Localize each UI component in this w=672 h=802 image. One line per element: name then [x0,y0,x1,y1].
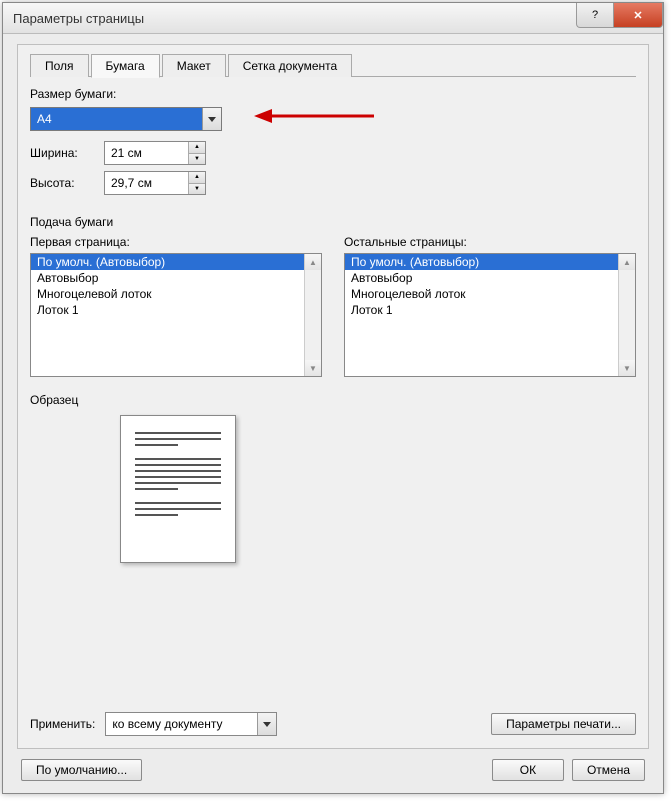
apply-to-combo[interactable]: ко всему документу [105,712,277,736]
spin-down-icon[interactable]: ▼ [189,154,205,165]
height-spinbox[interactable]: 29,7 см ▲▼ [104,171,206,195]
tab-fields[interactable]: Поля [30,54,89,77]
cancel-button[interactable]: Отмена [572,759,645,781]
preview-thumbnail [120,415,236,563]
tab-strip: Поля Бумага Макет Сетка документа [30,53,636,77]
apply-to-label: Применить: [30,717,95,731]
paper-feed-label: Подача бумаги [30,215,636,229]
height-value: 29,7 см [105,172,188,194]
list-item[interactable]: По умолч. (Автовыбор) [345,254,618,270]
list-item[interactable]: Многоцелевой лоток [31,286,304,302]
defaults-button[interactable]: По умолчанию... [21,759,142,781]
window-title: Параметры страницы [13,11,144,26]
spin-up-icon[interactable]: ▲ [189,172,205,184]
list-item[interactable]: Автовыбор [345,270,618,286]
other-pages-label: Остальные страницы: [344,235,636,249]
scrollbar[interactable]: ▲▼ [304,254,321,376]
width-label: Ширина: [30,146,104,160]
list-item[interactable]: Многоцелевой лоток [345,286,618,302]
scrollbar[interactable]: ▲▼ [618,254,635,376]
close-button[interactable]: ✕ [613,3,663,28]
chevron-down-icon[interactable] [257,713,276,735]
tab-paper[interactable]: Бумага [91,54,160,78]
first-page-list[interactable]: По умолч. (Автовыбор) Автовыбор Многоцел… [30,253,322,377]
list-item[interactable]: Лоток 1 [345,302,618,318]
spin-up-icon[interactable]: ▲ [189,142,205,154]
list-item[interactable]: Лоток 1 [31,302,304,318]
height-label: Высота: [30,176,104,190]
paper-size-combo[interactable]: A4 [30,107,222,131]
width-value: 21 см [105,142,188,164]
first-page-label: Первая страница: [30,235,322,249]
other-pages-list[interactable]: По умолч. (Автовыбор) Автовыбор Многоцел… [344,253,636,377]
print-options-button[interactable]: Параметры печати... [491,713,636,735]
list-item[interactable]: Автовыбор [31,270,304,286]
preview-label: Образец [30,393,636,407]
ok-button[interactable]: ОК [492,759,564,781]
tab-layout[interactable]: Макет [162,54,226,77]
page-setup-dialog: Параметры страницы ? ✕ Поля Бумага Макет… [2,2,664,794]
apply-to-value: ко всему документу [106,713,257,735]
paper-size-label: Размер бумаги: [30,87,636,101]
list-item[interactable]: По умолч. (Автовыбор) [31,254,304,270]
titlebar: Параметры страницы ? ✕ [3,3,663,34]
chevron-down-icon[interactable] [202,108,221,130]
paper-size-value: A4 [31,108,202,130]
tab-grid[interactable]: Сетка документа [228,54,352,77]
help-button[interactable]: ? [576,3,614,28]
spin-down-icon[interactable]: ▼ [189,184,205,195]
width-spinbox[interactable]: 21 см ▲▼ [104,141,206,165]
